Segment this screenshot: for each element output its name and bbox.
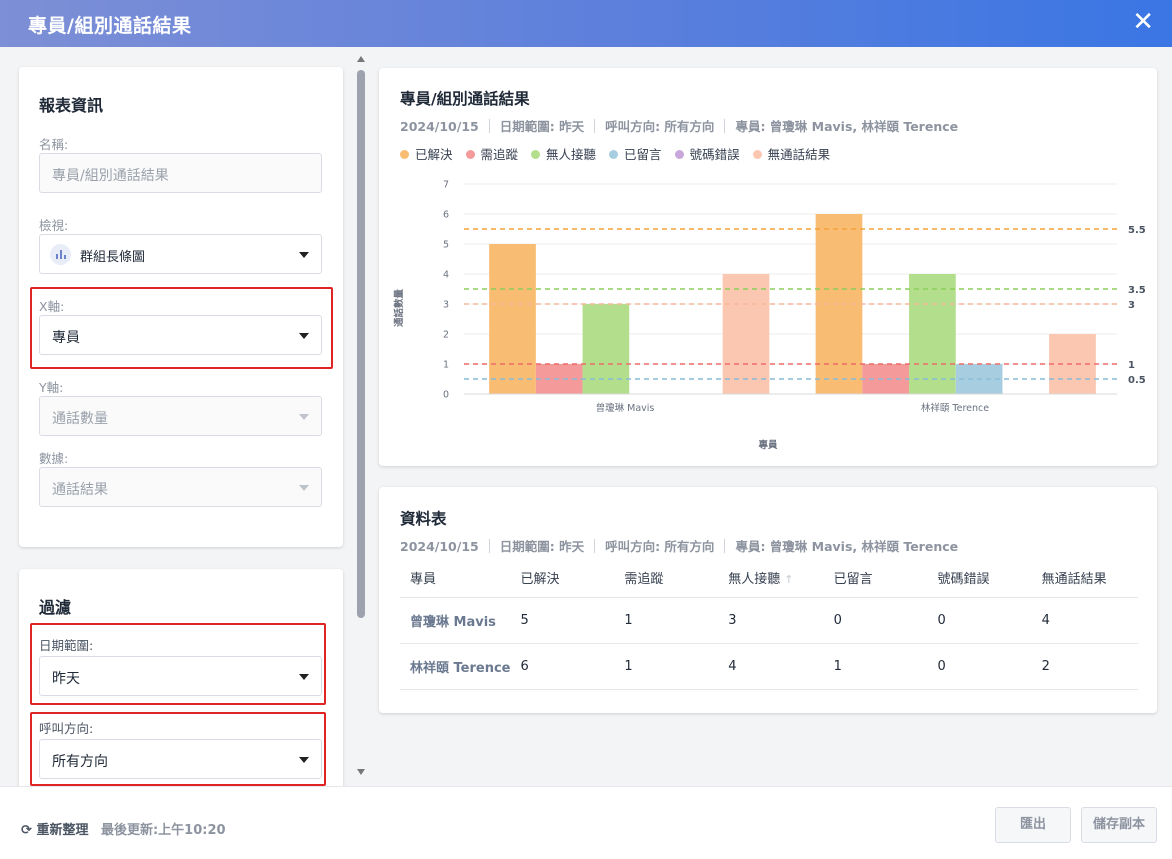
- chevron-down-icon: [299, 485, 309, 491]
- bar: [489, 244, 536, 394]
- y-tick-label: 1: [443, 360, 449, 371]
- left-panel-scrollbar[interactable]: [355, 52, 367, 780]
- col-header-resolved[interactable]: 已解決: [510, 559, 615, 598]
- scroll-down-icon[interactable]: [357, 769, 365, 775]
- bar: [909, 274, 956, 394]
- last-updated-text: 最後更新:上午10:20: [100, 823, 226, 838]
- average-label: 0.5: [1128, 375, 1146, 386]
- save-copy-button[interactable]: 儲存副本: [1081, 807, 1157, 843]
- col-header-voicemail[interactable]: 已留言: [823, 559, 928, 598]
- y-axis-value: 通話數量: [52, 411, 108, 427]
- refresh-icon[interactable]: ⟳: [21, 823, 32, 838]
- cell-value: 3: [718, 597, 824, 644]
- cell-value: 1: [823, 643, 928, 690]
- x-tick-label: 曾瓊琳 Mavis: [596, 402, 655, 414]
- cell-value: 2: [1031, 643, 1138, 690]
- y-axis-title: 通話數量: [393, 289, 405, 328]
- bar: [722, 274, 770, 394]
- table-row: 曾瓊琳 Mavis 5 1 3 0 0 4: [400, 597, 1138, 644]
- sort-arrow-icon[interactable]: ↑: [784, 573, 793, 586]
- name-value: 專員/組別通話結果: [52, 168, 169, 184]
- close-icon[interactable]: ✕: [1132, 6, 1154, 38]
- cell-value: 0: [823, 597, 928, 644]
- y-axis-select: 通話數量: [39, 396, 322, 436]
- x-tick-label: 林祥頤 Terence: [921, 402, 989, 414]
- x-axis-title: 專員: [758, 439, 778, 451]
- cell-agent: 林祥頤 Terence: [400, 643, 511, 690]
- meta-date: 2024/10/15: [400, 539, 479, 554]
- y-tick-label: 2: [443, 330, 449, 341]
- scrollbar-thumb[interactable]: [357, 70, 365, 618]
- table-title: 資料表: [400, 510, 447, 528]
- footer-bar: ⟳ 重新整理 最後更新:上午10:20 匯出 儲存副本: [0, 786, 1172, 859]
- data-label: 數據:: [39, 451, 69, 466]
- average-label: 3: [1128, 300, 1135, 311]
- scroll-up-icon[interactable]: [357, 56, 365, 62]
- meta-agents: 專員: 曾瓊琳 Mavis, 林祥頤 Terence: [735, 539, 959, 554]
- data-select: 通話結果: [39, 467, 322, 507]
- name-field: 專員/組別通話結果: [39, 153, 322, 193]
- cell-value: 1: [614, 597, 719, 644]
- y-tick-label: 3: [443, 300, 449, 311]
- average-label: 5.5: [1128, 225, 1146, 236]
- bar-chart: 0 1 2 3 4 5 6 7 曾瓊琳 Mavis 林祥頤 Terence 5.5 1 3.5 0.5 3 通…: [393, 180, 1146, 452]
- view-value: 群組長條圖: [80, 250, 146, 265]
- filter-title: 過濾: [39, 598, 72, 617]
- window-title: 專員/組別通話結果: [28, 15, 192, 37]
- meta-date-range: 日期範圍: 昨天: [499, 539, 585, 554]
- cell-value: 0: [927, 597, 1032, 644]
- cell-value: 4: [718, 643, 824, 690]
- col-header-no-result[interactable]: 無通話結果: [1031, 559, 1138, 598]
- y-tick-label: 7: [443, 180, 449, 191]
- cell-value: 4: [1031, 597, 1138, 644]
- x-axis-highlight: [30, 287, 333, 369]
- cell-value: 6: [510, 643, 615, 690]
- title-bar: 專員/組別通話結果 ✕: [0, 0, 1172, 47]
- col-header-agent[interactable]: 專員: [400, 559, 511, 598]
- cell-value: 1: [614, 643, 719, 690]
- direction-highlight: [30, 712, 326, 786]
- y-tick-label: 5: [443, 240, 449, 251]
- average-label: 3.5: [1128, 285, 1146, 296]
- data-table: 專員 已解決 需追蹤 無人接聽 ↑ 已留言 號碼錯誤 無通話結果 曾瓊琳 Mavi…: [400, 559, 1138, 690]
- y-tick-label: 4: [443, 270, 449, 281]
- cell-agent: 曾瓊琳 Mavis: [400, 597, 511, 644]
- report-info-title: 報表資訊: [39, 96, 104, 115]
- refresh-area: ⟳ 重新整理 最後更新:上午10:20: [21, 819, 226, 838]
- col-header-wrong-number[interactable]: 號碼錯誤: [927, 559, 1032, 598]
- col-header-no-answer-label: 無人接聽: [728, 572, 781, 588]
- data-value: 通話結果: [52, 482, 108, 498]
- col-header-follow-up[interactable]: 需追蹤: [614, 559, 719, 598]
- y-tick-label: 6: [443, 210, 449, 221]
- meta-direction: 呼叫方向: 所有方向: [605, 539, 715, 554]
- y-axis-label: Y軸:: [39, 380, 64, 395]
- chevron-down-icon: [299, 252, 309, 258]
- average-label: 1: [1128, 360, 1135, 371]
- date-range-highlight: [30, 623, 326, 705]
- name-label: 名稱:: [39, 137, 69, 152]
- chart-card: 專員/組別通話結果 2024/10/15 日期範圍: 昨天 呼叫方向: 所有方向 專員…: [379, 68, 1157, 466]
- cell-value: 0: [927, 643, 1032, 690]
- view-label: 檢視:: [39, 218, 69, 233]
- bar: [582, 304, 630, 394]
- view-select[interactable]: 群組長條圖: [39, 234, 322, 274]
- col-header-no-answer[interactable]: 無人接聽 ↑: [718, 559, 824, 598]
- table-meta: 2024/10/15 日期範圍: 昨天 呼叫方向: 所有方向 專員: 曾瓊琳 Mavi…: [400, 536, 958, 555]
- chevron-down-icon: [299, 414, 309, 420]
- table-header-row: 專員 已解決 需追蹤 無人接聽 ↑ 已留言 號碼錯誤 無通話結果: [400, 559, 1138, 598]
- bar-chart-icon: [50, 244, 71, 265]
- refresh-button[interactable]: 重新整理: [36, 823, 88, 838]
- y-tick-label: 0: [443, 390, 449, 401]
- cell-value: 5: [510, 597, 615, 644]
- export-button[interactable]: 匯出: [995, 807, 1071, 843]
- table-row: 林祥頤 Terence 6 1 4 1 0 2: [400, 643, 1138, 690]
- data-table-card: 資料表 2024/10/15 日期範圍: 昨天 呼叫方向: 所有方向 專員: 曾瓊琳 …: [379, 487, 1157, 713]
